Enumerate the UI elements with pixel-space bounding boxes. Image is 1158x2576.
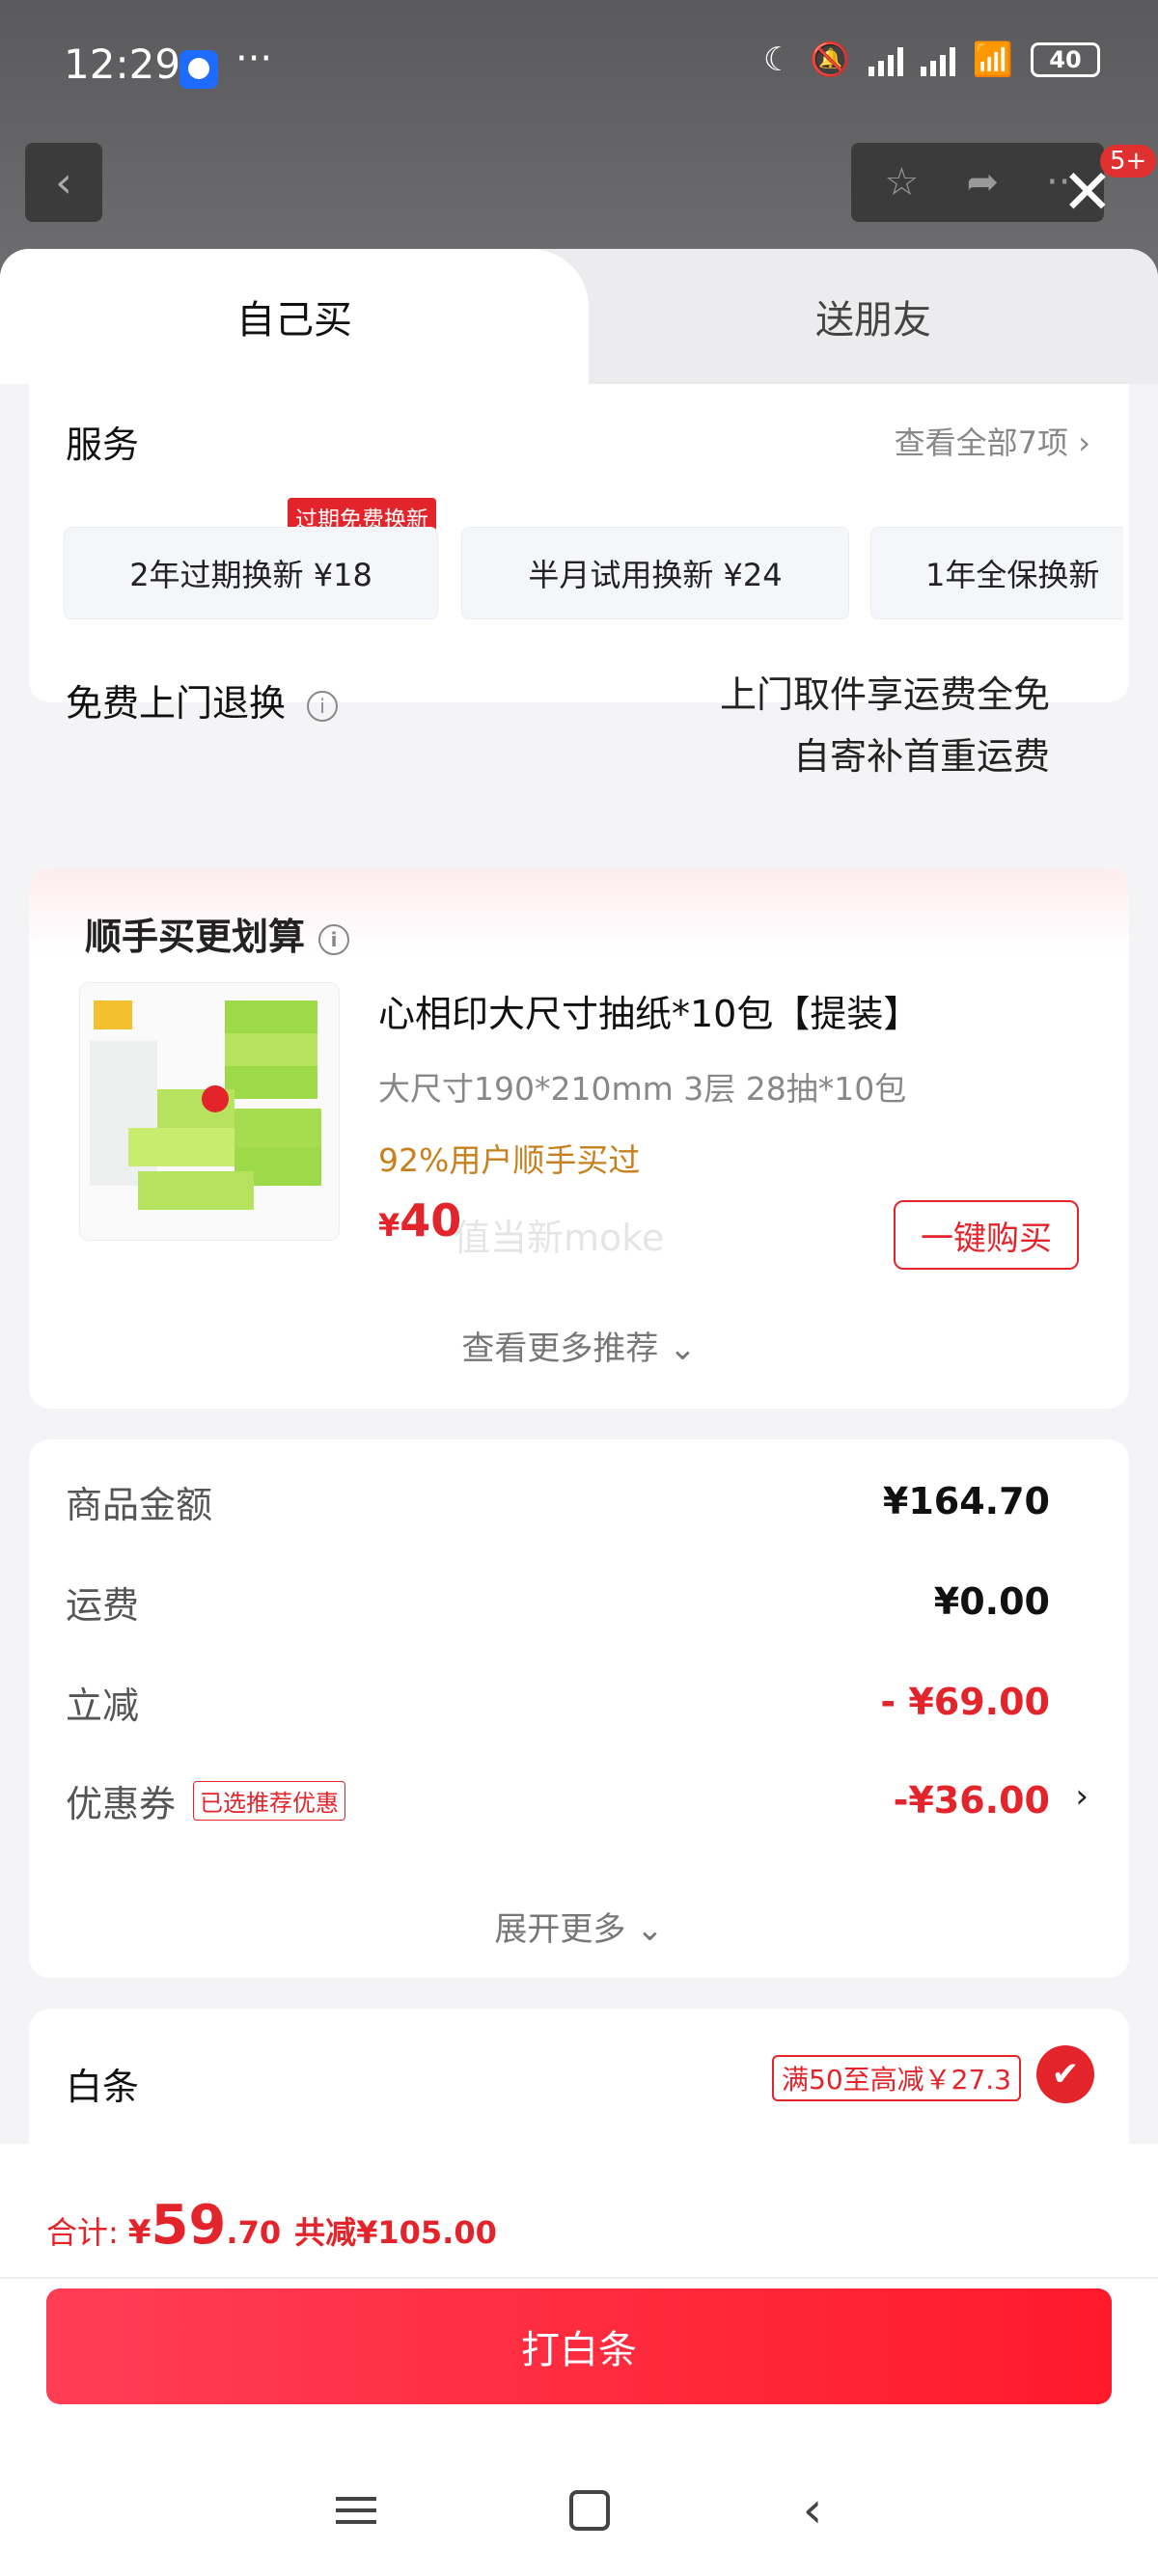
- product-spec: 大尺寸190*210mm 3层 28抽*10包: [378, 1070, 907, 1108]
- service-chip-2yr[interactable]: 2年过期换新 ¥18: [64, 527, 438, 619]
- total-summary: 合计: ¥ 59 .70 共减¥105.00: [46, 2194, 497, 2257]
- pay-with-baitiao-button[interactable]: 打白条: [46, 2288, 1112, 2404]
- price-summary-card: 商品金额 ¥164.70 运费 ¥0.00 立减 - ¥69.00 优惠券 已选推…: [29, 1439, 1129, 1978]
- payment-method-label: 白条: [66, 2066, 140, 2108]
- price-row-shipping: 运费 ¥0.00: [66, 1573, 1050, 1631]
- free-return-line2: 自寄补首重运费: [792, 735, 1050, 778]
- free-return-label: 免费上门退换: [66, 682, 287, 725]
- recommend-title: 顺手买更划算 i: [85, 907, 350, 960]
- battery-icon: 40: [1031, 42, 1100, 77]
- watermark: 值当新moke: [454, 1217, 665, 1259]
- total-label: 合计:: [46, 2214, 119, 2251]
- chevron-right-icon[interactable]: ›: [1075, 1777, 1089, 1816]
- expand-more-label: 展开更多: [494, 1910, 626, 1949]
- price-value: -¥36.00: [893, 1779, 1050, 1822]
- chevron-down-icon: ⌄: [669, 1329, 697, 1368]
- price-row-discount: 立减 - ¥69.00: [66, 1673, 1050, 1731]
- recommend-card: 顺手买更划算 i 心相印大尺寸抽纸*10包【提装】 大尺寸190*210mm 3层…: [29, 868, 1129, 1409]
- product-image[interactable]: [79, 982, 340, 1241]
- chevron-down-icon: ⌄: [636, 1910, 664, 1949]
- service-chip-1yr[interactable]: 1年全保换新: [870, 527, 1123, 619]
- payment-promo: 满50至高减￥27.3: [772, 2055, 1021, 2101]
- total-saved: 共减¥105.00: [294, 2214, 497, 2251]
- info-icon[interactable]: i: [318, 923, 350, 955]
- app-notification-icon: [179, 50, 218, 89]
- free-return-detail: 上门取件享运费全免 自寄补首重运费: [720, 664, 1050, 787]
- service-card: 服务 查看全部7项 › 过期免费换新 2年过期换新 ¥18 半月试用换新 ¥24…: [29, 384, 1129, 778]
- coupon-tag: 已选推荐优惠: [193, 1780, 346, 1821]
- mute-icon: 🔕: [810, 41, 851, 79]
- view-all-label: 查看全部7项: [894, 425, 1069, 461]
- recommend-title-text: 顺手买更划算: [85, 916, 306, 958]
- more-notifications-icon: ···: [235, 37, 273, 81]
- menu-icon[interactable]: [335, 2497, 376, 2524]
- more-recommend-label: 查看更多推荐: [461, 1329, 659, 1368]
- home-icon[interactable]: [568, 2490, 610, 2531]
- tab-gift-friend[interactable]: 送朋友: [589, 249, 1158, 384]
- status-time: 12:29: [64, 41, 181, 88]
- back-icon[interactable]: ‹: [803, 2481, 823, 2539]
- bought-ratio: 92%用户顺手买过: [378, 1141, 641, 1179]
- check-icon[interactable]: ✔: [1036, 2045, 1094, 2103]
- signal-icon: [868, 43, 903, 76]
- checkout-footer: 合计: ¥ 59 .70 共减¥105.00 打白条 ‹: [0, 2144, 1158, 2576]
- price-row-coupon[interactable]: 优惠券 已选推荐优惠 -¥36.00: [66, 1771, 1050, 1829]
- service-title: 服务: [66, 424, 140, 466]
- price-value: - ¥69.00: [880, 1681, 1050, 1723]
- tab-buy-self[interactable]: 自己买: [0, 249, 589, 384]
- price-label: 商品金额: [66, 1483, 213, 1526]
- more-recommend-link[interactable]: 查看更多推荐 ⌄: [29, 1322, 1129, 1369]
- system-nav-bar: ‹: [0, 2472, 1158, 2549]
- back-button[interactable]: ‹: [25, 143, 102, 222]
- total-integer: 59: [151, 2194, 227, 2257]
- share-icon[interactable]: ➦: [966, 160, 999, 205]
- total-currency: ¥: [127, 2213, 152, 2252]
- wifi-icon: 📶: [972, 41, 1013, 79]
- one-click-buy-button[interactable]: 一键购买: [894, 1200, 1079, 1270]
- price-value: 40: [400, 1194, 462, 1247]
- service-chip-halfmonth[interactable]: 半月试用换新 ¥24: [461, 527, 849, 619]
- divider: [0, 2277, 1158, 2279]
- view-all-services-link[interactable]: 查看全部7项 ›: [895, 419, 1090, 463]
- price-label: 优惠券: [66, 1782, 177, 1825]
- price-value: ¥164.70: [882, 1480, 1050, 1522]
- signal-icon-2: [920, 43, 955, 76]
- chevron-left-icon: ‹: [55, 157, 72, 207]
- price-label: 立减: [66, 1684, 140, 1727]
- price-row-goods: 商品金额 ¥164.70: [66, 1472, 1050, 1530]
- moon-icon: ☾: [762, 41, 793, 79]
- free-return-title: 免费上门退换 i: [66, 673, 339, 726]
- star-icon[interactable]: ☆: [885, 160, 920, 205]
- close-icon[interactable]: ✕: [1062, 162, 1114, 224]
- coupon-label-group: 优惠券 已选推荐优惠: [66, 1774, 346, 1827]
- total-decimal: .70: [226, 2214, 282, 2251]
- status-bar: 12:29 ··· ☾ 🔕 📶 40: [0, 0, 1158, 135]
- status-icons: ☾ 🔕 📶 40: [763, 41, 1100, 79]
- product-price: ¥40: [378, 1194, 461, 1247]
- price-currency: ¥: [378, 1207, 400, 1244]
- tab-bar: 送朋友 自己买: [0, 249, 1158, 384]
- price-label: 运费: [66, 1583, 140, 1627]
- product-name[interactable]: 心相印大尺寸抽纸*10包【提装】: [378, 984, 920, 1037]
- info-icon[interactable]: i: [307, 690, 339, 722]
- price-value: ¥0.00: [933, 1580, 1050, 1623]
- free-return-line1: 上门取件享运费全免: [719, 673, 1050, 716]
- expand-more-link[interactable]: 展开更多 ⌄: [29, 1903, 1129, 1950]
